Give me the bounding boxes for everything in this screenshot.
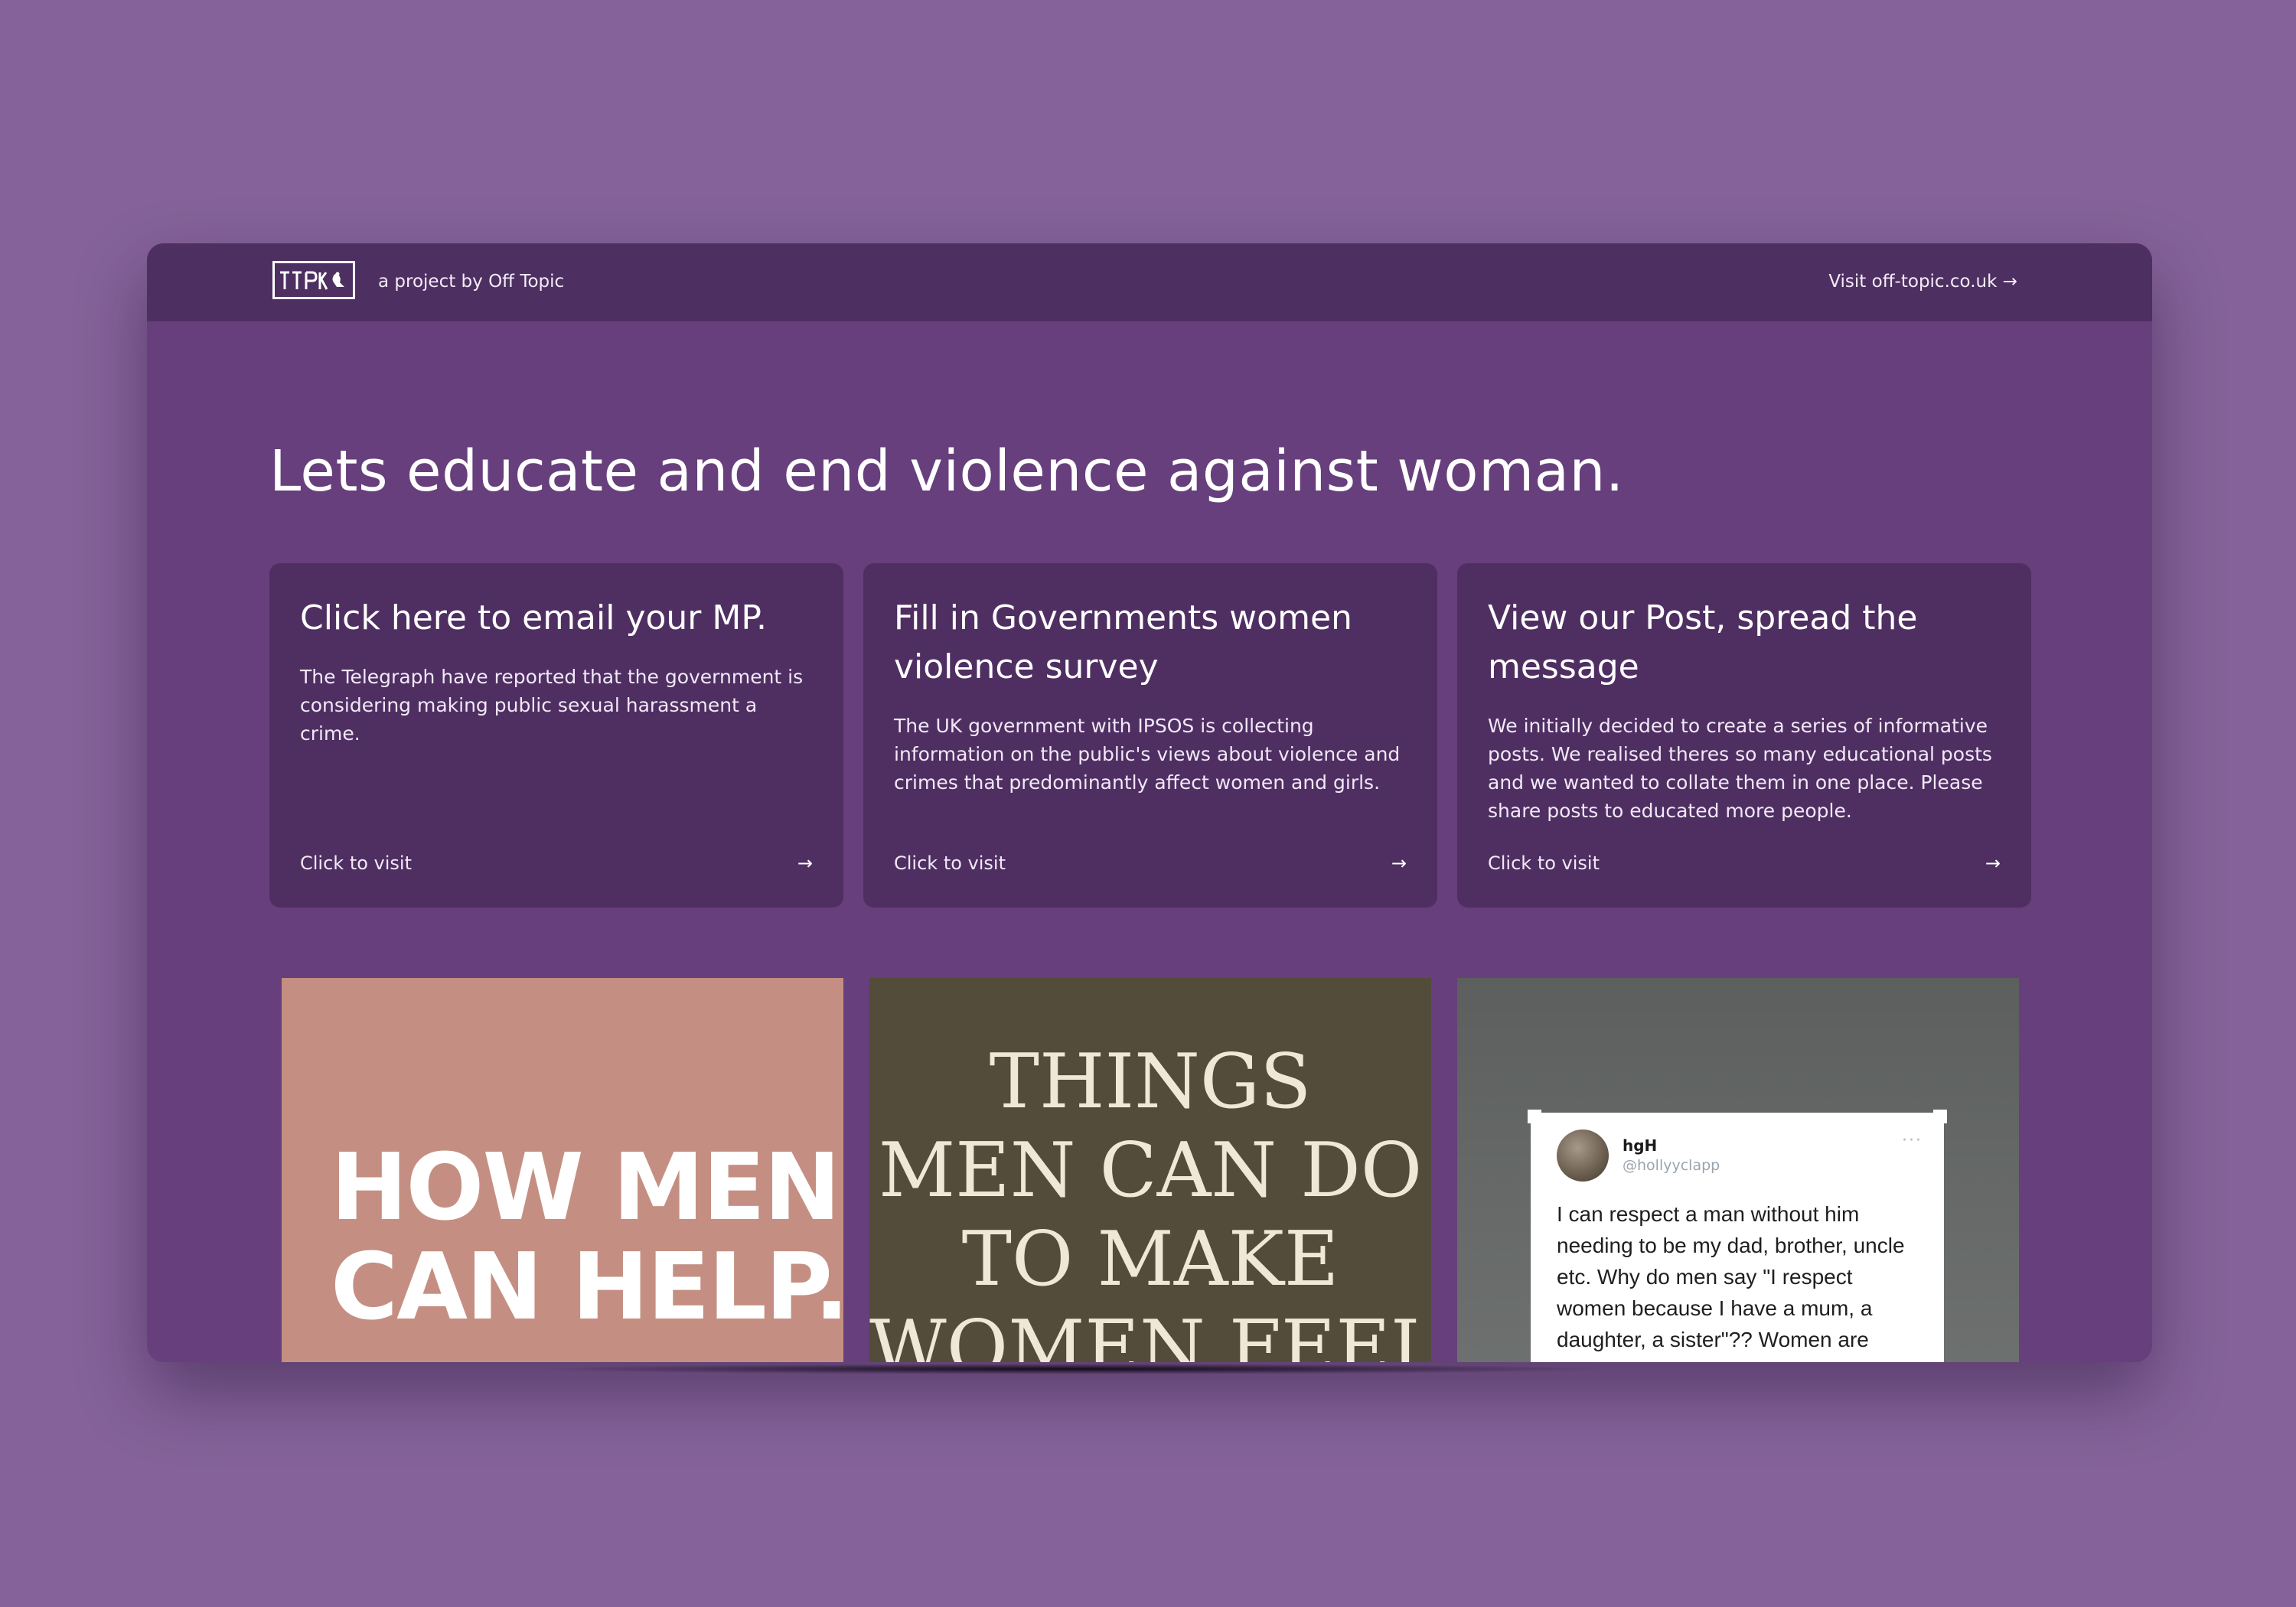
- visit-site-link[interactable]: Visit off-topic.co.uk →: [1828, 266, 2017, 297]
- window-shadow: [536, 1364, 1607, 1374]
- email-mp-card[interactable]: Click here to email your MP. The Telegra…: [269, 563, 843, 908]
- tweet-header: hgH @hollyyclapp: [1557, 1129, 1918, 1182]
- card-description: The UK government with IPSOS is collecti…: [894, 715, 1401, 794]
- tweet-author-name: hgH: [1623, 1136, 1658, 1155]
- card-title: Click here to email your MP.: [300, 598, 768, 637]
- crop-corner-icon: [1933, 1110, 1947, 1123]
- card-description: We initially decided to create a series …: [1488, 715, 1992, 822]
- tweet-author-handle: @hollyyclapp: [1623, 1157, 1720, 1174]
- card-cta-label[interactable]: Click to visit: [894, 852, 1006, 874]
- post-tweet-screenshot[interactable]: hgH @hollyyclapp ··· I can respect a man…: [1457, 978, 2019, 1362]
- post-things-men-can-do[interactable]: THINGS MEN CAN DO TO MAKE WOMEN FEEL: [869, 978, 1431, 1362]
- view-post-card[interactable]: View our Post, spread the message We ini…: [1457, 563, 2031, 908]
- arrow-right-icon[interactable]: →: [797, 852, 813, 874]
- card-footer[interactable]: Click to visit →: [894, 848, 1407, 878]
- tweet-text: I can respect a man without him needing …: [1557, 1202, 1905, 1362]
- arrow-right-icon[interactable]: →: [1985, 852, 2001, 874]
- top-navigation-bar: a project by Off Topic Visit off-topic.c…: [147, 243, 2152, 321]
- post-how-men-can-help[interactable]: HOW MEN CAN HELP.: [282, 978, 843, 1362]
- post-title: THINGS MEN CAN DO TO MAKE WOMEN FEEL: [869, 1038, 1431, 1362]
- card-cta-label[interactable]: Click to visit: [1488, 852, 1600, 874]
- card-footer[interactable]: Click to visit →: [300, 848, 813, 878]
- card-cta-label[interactable]: Click to visit: [300, 852, 412, 874]
- card-footer[interactable]: Click to visit →: [1488, 848, 2001, 878]
- logo-mark-icon: [280, 271, 344, 290]
- card-title: Fill in Governments women violence surve…: [894, 598, 1352, 686]
- survey-card[interactable]: Fill in Governments women violence surve…: [863, 563, 1437, 908]
- page-headline: Lets educate and end violence against wo…: [269, 438, 1624, 504]
- tweet-card: hgH @hollyyclapp ··· I can respect a man…: [1528, 1110, 1947, 1362]
- tweet-author: hgH @hollyyclapp: [1623, 1136, 1720, 1175]
- crop-corner-icon: [1528, 1110, 1541, 1123]
- avatar: [1557, 1129, 1609, 1182]
- arrow-right-icon[interactable]: →: [1391, 852, 1407, 874]
- card-title: View our Post, spread the message: [1488, 598, 1918, 686]
- off-topic-logo[interactable]: [272, 261, 355, 299]
- project-byline: a project by Off Topic: [378, 272, 565, 292]
- card-description: The Telegraph have reported that the gov…: [300, 666, 804, 745]
- browser-window: a project by Off Topic Visit off-topic.c…: [147, 243, 2152, 1362]
- more-dots-icon: ···: [1902, 1131, 1923, 1150]
- post-title: HOW MEN CAN HELP.: [331, 1135, 843, 1341]
